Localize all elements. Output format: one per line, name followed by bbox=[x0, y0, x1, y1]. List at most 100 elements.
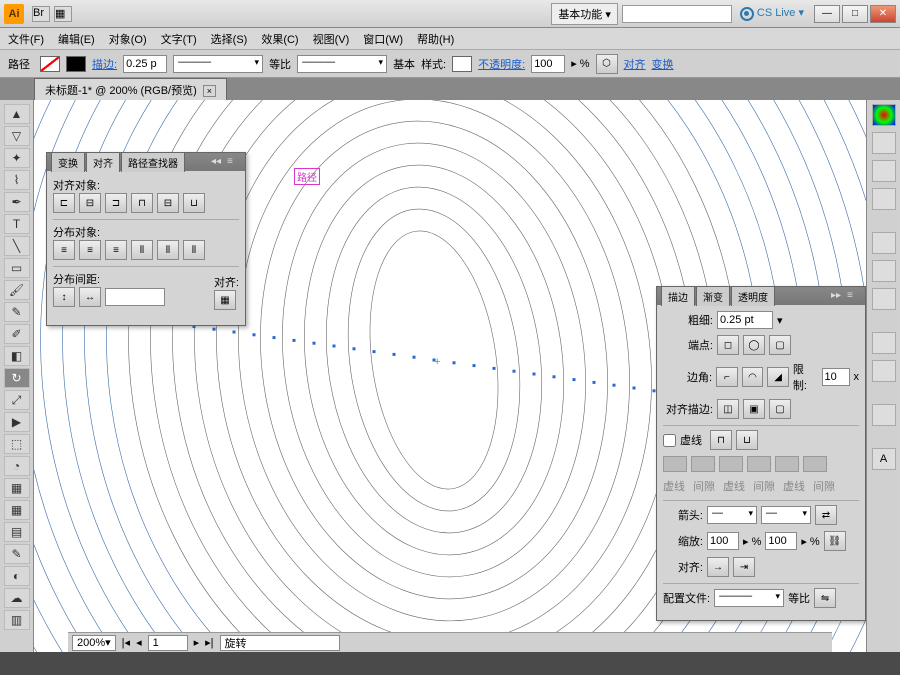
join-round[interactable]: ◠ bbox=[742, 367, 764, 387]
recolor-button[interactable]: ⬡ bbox=[596, 54, 618, 74]
page-last[interactable]: ▸| bbox=[205, 636, 213, 649]
cslive-link[interactable]: CS Live ▾ bbox=[740, 6, 804, 20]
rotate-tool[interactable]: ↻ bbox=[4, 368, 30, 388]
rectangle-tool[interactable]: ▭ bbox=[4, 258, 30, 278]
gap2[interactable] bbox=[747, 456, 771, 472]
brush-tool[interactable]: 🖌 bbox=[4, 280, 30, 300]
direct-select-tool[interactable]: ▽ bbox=[4, 126, 30, 146]
menu-type[interactable]: 文字(T) bbox=[161, 31, 197, 47]
canvas[interactable]: + 路径 变换 对齐 路径查找器 ◂◂ ≡ 对齐对象: ⊏ ⊟ ⊐ ⊓ ⊟ bbox=[34, 100, 866, 652]
style-swatch[interactable] bbox=[452, 56, 472, 72]
mesh-tool[interactable]: ▦ bbox=[4, 500, 30, 520]
page-input[interactable]: 1 bbox=[148, 635, 188, 651]
align-panel[interactable]: 变换 对齐 路径查找器 ◂◂ ≡ 对齐对象: ⊏ ⊟ ⊐ ⊓ ⊟ ⊔ 分布对象: bbox=[46, 152, 246, 326]
search-input[interactable] bbox=[622, 5, 732, 23]
menu-file[interactable]: 文件(F) bbox=[8, 31, 44, 47]
tab-stroke[interactable]: 描边 bbox=[661, 286, 695, 306]
dash3[interactable] bbox=[775, 456, 799, 472]
gradient-tool[interactable]: ▤ bbox=[4, 522, 30, 542]
brushes-panel-icon[interactable] bbox=[872, 160, 896, 182]
menu-object[interactable]: 对象(O) bbox=[109, 31, 147, 47]
cap-square[interactable]: ▢ bbox=[769, 335, 791, 355]
selection-tool[interactable]: ▲ bbox=[4, 104, 30, 124]
shape-builder-tool[interactable]: ◔ bbox=[4, 456, 30, 476]
join-bevel[interactable]: ◢ bbox=[767, 367, 789, 387]
appearance-panel-icon[interactable] bbox=[872, 332, 896, 354]
dist-vspace[interactable]: ↕ bbox=[53, 287, 75, 307]
graphic-styles-icon[interactable] bbox=[872, 360, 896, 382]
collapse-icon[interactable]: ◂◂ bbox=[211, 156, 225, 168]
line-tool[interactable]: ╲ bbox=[4, 236, 30, 256]
align-to-button[interactable]: ▦ bbox=[214, 290, 236, 310]
align-bottom[interactable]: ⊔ bbox=[183, 193, 205, 213]
gap1[interactable] bbox=[691, 456, 715, 472]
align-center[interactable]: ◫ bbox=[717, 399, 739, 419]
stroke-weight-input[interactable] bbox=[123, 55, 167, 73]
symbol-tool[interactable]: ☁ bbox=[4, 588, 30, 608]
weight-input[interactable] bbox=[717, 311, 773, 329]
swap-arrows[interactable]: ⇄ bbox=[815, 505, 837, 525]
gradient-panel-icon[interactable] bbox=[872, 260, 896, 282]
tab-gradient[interactable]: 渐变 bbox=[696, 286, 730, 306]
tab-pathfinder[interactable]: 路径查找器 bbox=[121, 152, 185, 172]
menu-window[interactable]: 窗口(W) bbox=[363, 31, 403, 47]
arrow-end[interactable]: — bbox=[761, 506, 811, 524]
char-panel-icon[interactable]: A bbox=[872, 448, 896, 470]
align-top[interactable]: ⊓ bbox=[131, 193, 153, 213]
color-panel-icon[interactable] bbox=[872, 104, 896, 126]
transparency-panel-icon[interactable] bbox=[872, 288, 896, 310]
menu-view[interactable]: 视图(V) bbox=[313, 31, 350, 47]
dist-top[interactable]: ≡ bbox=[53, 240, 75, 260]
perspective-tool[interactable]: ▦ bbox=[4, 478, 30, 498]
menu-edit[interactable]: 编辑(E) bbox=[58, 31, 95, 47]
dash1[interactable] bbox=[663, 456, 687, 472]
swatches-panel-icon[interactable] bbox=[872, 132, 896, 154]
profile-select[interactable]: ——— bbox=[714, 589, 784, 607]
spacing-input[interactable] bbox=[105, 288, 165, 306]
eraser-tool[interactable]: ◧ bbox=[4, 346, 30, 366]
align-inside[interactable]: ▣ bbox=[743, 399, 765, 419]
dist-hcenter[interactable]: ⫴ bbox=[157, 240, 179, 260]
dash-align[interactable]: ⊔ bbox=[736, 430, 758, 450]
link-scale[interactable]: ⛓ bbox=[824, 531, 846, 551]
arrow-start[interactable]: — bbox=[707, 506, 757, 524]
blend-tool[interactable]: ◐ bbox=[4, 566, 30, 586]
menu-help[interactable]: 帮助(H) bbox=[417, 31, 454, 47]
align-left[interactable]: ⊏ bbox=[53, 193, 75, 213]
maximize-button[interactable]: □ bbox=[842, 5, 868, 23]
graph-tool[interactable]: ▥ bbox=[4, 610, 30, 630]
align-outside[interactable]: ▢ bbox=[769, 399, 791, 419]
layers-panel-icon[interactable] bbox=[872, 404, 896, 426]
magic-wand-tool[interactable]: ✦ bbox=[4, 148, 30, 168]
fill-swatch[interactable] bbox=[40, 56, 60, 72]
flip-profile[interactable]: ⇋ bbox=[814, 588, 836, 608]
profile-dropdown[interactable]: ——— bbox=[173, 55, 263, 73]
close-button[interactable]: ✕ bbox=[870, 5, 896, 23]
dashed-checkbox[interactable] bbox=[663, 434, 676, 447]
dist-left[interactable]: ⫴ bbox=[131, 240, 153, 260]
dist-vcenter[interactable]: ≡ bbox=[79, 240, 101, 260]
document-tab[interactable]: 未标题-1* @ 200% (RGB/预览)× bbox=[34, 78, 227, 101]
join-miter[interactable]: ⌐ bbox=[716, 367, 738, 387]
weight-dropdown[interactable]: ▾ bbox=[777, 314, 783, 327]
lasso-tool[interactable]: ⌇ bbox=[4, 170, 30, 190]
blob-tool[interactable]: ✐ bbox=[4, 324, 30, 344]
tool-status[interactable]: 旋转 bbox=[220, 635, 340, 651]
align-vcenter[interactable]: ⊟ bbox=[157, 193, 179, 213]
minimize-button[interactable]: — bbox=[814, 5, 840, 23]
opacity-input[interactable] bbox=[531, 55, 565, 73]
stroke-swatch[interactable] bbox=[66, 56, 86, 72]
opacity-link[interactable]: 不透明度: bbox=[478, 56, 525, 72]
pen-tool[interactable]: ✒ bbox=[4, 192, 30, 212]
tab-transform[interactable]: 变换 bbox=[51, 152, 85, 172]
page-prev[interactable]: ◂ bbox=[136, 636, 142, 649]
align-hcenter[interactable]: ⊟ bbox=[79, 193, 101, 213]
tab-align[interactable]: 对齐 bbox=[86, 152, 120, 172]
dash-preserve[interactable]: ⊓ bbox=[710, 430, 732, 450]
cap-butt[interactable]: ◻ bbox=[717, 335, 739, 355]
zoom-select[interactable]: 200% ▾ bbox=[72, 635, 116, 651]
gap3[interactable] bbox=[803, 456, 827, 472]
brush-dropdown[interactable]: ——— bbox=[297, 55, 387, 73]
workspace-switcher[interactable]: 基本功能 ▾ bbox=[551, 3, 618, 25]
bridge-button[interactable]: Br bbox=[32, 6, 50, 22]
